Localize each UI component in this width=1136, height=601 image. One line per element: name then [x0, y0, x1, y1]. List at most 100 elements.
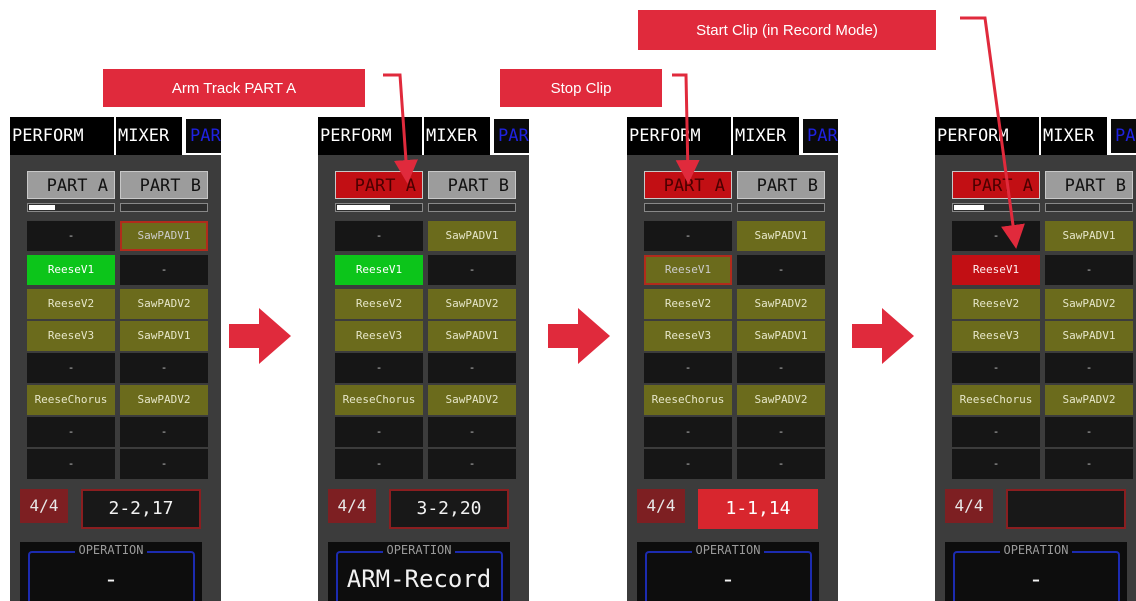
clip-slot-part-b[interactable]: - [428, 417, 516, 447]
clip-slot-part-b[interactable]: SawPADV2 [120, 385, 208, 415]
clip-slot-part-a[interactable]: ReeseChorus [644, 385, 732, 415]
clip-slot-part-b[interactable]: SawPADV2 [737, 289, 825, 319]
meter-fill [29, 205, 55, 210]
device-panel: PERFORMMIXERPARPART APART B-ReeseV1Reese… [318, 117, 529, 601]
right-arrow-icon [229, 308, 291, 364]
tab-perform[interactable]: PERFORM [12, 117, 84, 155]
clip-slot-part-a[interactable]: ReeseV3 [335, 321, 423, 351]
clip-slot-part-a[interactable]: ReeseV2 [952, 289, 1040, 319]
clip-slot-part-b[interactable]: - [1045, 353, 1133, 383]
clip-slot-part-b[interactable]: - [737, 417, 825, 447]
clip-slot-part-b[interactable]: SawPADV1 [120, 321, 208, 351]
part-b-header[interactable]: PART B [737, 171, 825, 199]
tab-mixer[interactable]: MIXER [1039, 117, 1094, 155]
tab-part[interactable]: PAR [182, 117, 221, 155]
part-a-header[interactable]: PART A [335, 171, 423, 199]
clip-slot-part-a[interactable]: - [644, 221, 732, 251]
clip-slot-part-b[interactable]: SawPADV2 [428, 385, 516, 415]
clip-slot-part-b[interactable]: - [428, 353, 516, 383]
device-panel: PERFORMMIXERPARPART APART B-ReeseV1Reese… [10, 117, 221, 601]
clip-slot-part-a[interactable]: ReeseV2 [644, 289, 732, 319]
clip-slot-part-a[interactable]: - [644, 353, 732, 383]
clip-slot-part-b[interactable]: SawPADV2 [1045, 289, 1133, 319]
clip-slot-part-b[interactable]: SawPADV1 [1045, 321, 1133, 351]
part-b-level-meter [1045, 203, 1133, 212]
right-arrow-icon [548, 308, 610, 364]
clip-slot-part-b[interactable]: SawPADV1 [737, 321, 825, 351]
time-signature: 4/4 [637, 489, 685, 523]
clip-slot-part-a[interactable]: ReeseV1 [27, 255, 115, 285]
part-b-header[interactable]: PART B [428, 171, 516, 199]
clip-slot-part-b[interactable]: SawPADV2 [1045, 385, 1133, 415]
clip-slot-part-a[interactable]: - [335, 449, 423, 479]
clip-slot-part-b[interactable]: - [120, 353, 208, 383]
tab-part[interactable]: PAR [1107, 117, 1136, 155]
right-arrow-icon [852, 308, 914, 364]
tab-mixer[interactable]: MIXER [114, 117, 169, 155]
clip-slot-part-a[interactable]: ReeseChorus [27, 385, 115, 415]
clip-slot-part-b[interactable]: SawPADV2 [737, 385, 825, 415]
clip-slot-part-a[interactable]: ReeseV3 [644, 321, 732, 351]
clip-slot-part-b[interactable]: - [1045, 255, 1133, 285]
tab-perform[interactable]: PERFORM [320, 117, 392, 155]
clip-slot-part-a[interactable]: ReeseV1 [335, 255, 423, 285]
clip-slot-part-a[interactable]: - [27, 221, 115, 251]
tab-part-label: PAR [186, 119, 221, 153]
tab-bar: PERFORM MIXER PAR [627, 117, 838, 155]
clip-slot-part-b[interactable]: - [120, 449, 208, 479]
clip-slot-part-a[interactable]: - [952, 449, 1040, 479]
clip-slot-part-b[interactable]: - [737, 255, 825, 285]
clip-slot-part-b[interactable]: - [428, 449, 516, 479]
part-a-header[interactable]: PART A [952, 171, 1040, 199]
clip-slot-part-a[interactable]: ReeseV2 [27, 289, 115, 319]
clip-slot-part-b[interactable]: - [1045, 449, 1133, 479]
tab-bar: PERFORM MIXER PAR [318, 117, 529, 155]
part-a-header[interactable]: PART A [644, 171, 732, 199]
clip-slot-part-b[interactable]: - [120, 255, 208, 285]
clip-slot-part-a[interactable]: - [335, 417, 423, 447]
clip-slot-part-a[interactable]: ReeseV3 [27, 321, 115, 351]
clip-slot-part-a[interactable]: ReeseChorus [335, 385, 423, 415]
operation-value: - [103, 565, 119, 593]
tab-mixer[interactable]: MIXER [731, 117, 786, 155]
clip-slot-part-b[interactable]: - [428, 255, 516, 285]
clip-slot-part-a[interactable]: ReeseV3 [952, 321, 1040, 351]
clip-slot-part-b[interactable]: - [737, 353, 825, 383]
clip-slot-part-a[interactable]: - [27, 353, 115, 383]
clip-slot-part-a[interactable]: ReeseV1 [644, 255, 732, 285]
clip-slot-part-b[interactable]: SawPADV1 [737, 221, 825, 251]
tab-mixer[interactable]: MIXER [422, 117, 477, 155]
clip-slot-part-a[interactable]: - [644, 449, 732, 479]
clip-slot-part-b[interactable]: SawPADV1 [428, 221, 516, 251]
clip-slot-part-b[interactable]: - [120, 417, 208, 447]
tab-part[interactable]: PAR [490, 117, 529, 155]
clip-slot-part-b[interactable]: SawPADV1 [1045, 221, 1133, 251]
operation-label-text: OPERATION [692, 543, 764, 557]
part-a-header[interactable]: PART A [27, 171, 115, 199]
tab-part[interactable]: PAR [799, 117, 838, 155]
clip-slot-part-a[interactable]: - [644, 417, 732, 447]
clip-slot-part-b[interactable]: SawPADV2 [120, 289, 208, 319]
song-position: 1-1,14 [698, 489, 818, 529]
clip-slot-part-a[interactable]: ReeseV1 [952, 255, 1040, 285]
tab-part-label: PAR [803, 119, 838, 153]
clip-slot-part-a[interactable]: - [952, 221, 1040, 251]
part-b-header[interactable]: PART B [120, 171, 208, 199]
clip-slot-part-a[interactable]: ReeseChorus [952, 385, 1040, 415]
clip-slot-part-b[interactable]: SawPADV1 [428, 321, 516, 351]
clip-slot-part-a[interactable]: ReeseV2 [335, 289, 423, 319]
clip-slot-part-b[interactable]: - [737, 449, 825, 479]
clip-slot-part-b[interactable]: - [1045, 417, 1133, 447]
clip-slot-part-a[interactable]: - [952, 353, 1040, 383]
meter-fill [337, 205, 390, 210]
part-b-header[interactable]: PART B [1045, 171, 1133, 199]
clip-slot-part-a[interactable]: - [335, 353, 423, 383]
clip-slot-part-a[interactable]: - [335, 221, 423, 251]
tab-perform[interactable]: PERFORM [937, 117, 1009, 155]
clip-slot-part-b[interactable]: SawPADV2 [428, 289, 516, 319]
clip-slot-part-a[interactable]: - [952, 417, 1040, 447]
tab-perform[interactable]: PERFORM [629, 117, 701, 155]
clip-slot-part-a[interactable]: - [27, 417, 115, 447]
clip-slot-part-a[interactable]: - [27, 449, 115, 479]
clip-slot-part-b[interactable]: SawPADV1 [120, 221, 208, 251]
